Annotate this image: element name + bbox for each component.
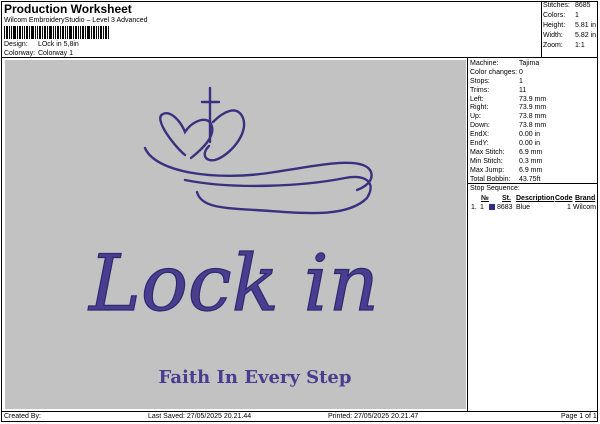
summary-stitches: Stitches: 8685 (543, 2, 591, 9)
design-label: Design: (4, 41, 28, 48)
design-main-text: Lock in (87, 239, 379, 329)
footer-printed: Printed: 27/05/2025 20.21.47 (328, 413, 419, 420)
footer-page: Page 1 of 1 (561, 413, 597, 420)
header-divider (1, 57, 598, 58)
info-max-jump: Max Jump: 6.9 mm (470, 166, 543, 174)
info-max-stitch: Max Stitch: 6.9 mm (470, 148, 543, 156)
info-up: Up: 73.8 mm (470, 113, 547, 121)
stop-sequence-title: Stop Sequence: (470, 185, 520, 192)
col-stitches: St. (502, 195, 511, 202)
design-name-row: Design: LOck in 5,8in (4, 41, 79, 48)
colorway-label: Colorway: (4, 50, 36, 57)
embroidery-artwork: Lock in Faith In Every Step (87, 86, 379, 388)
info-trims: Trims: 11 (470, 86, 527, 94)
thread-swatch (489, 204, 495, 210)
info-total-bobbin: Total Bobbin: 43.75ft (470, 175, 541, 183)
summary-zoom: Zoom: 1:1 (543, 42, 585, 49)
info-stops: Stops: 1 (470, 77, 523, 85)
col-brand: Brand (575, 195, 596, 202)
footer-created-by: Created By: (4, 413, 41, 420)
page-title: Production Worksheet (4, 2, 132, 16)
footer-last-saved: Last Saved: 27/05/2025 20.21.44 (148, 413, 252, 420)
design-preview: Lock in Faith In Every Step (5, 60, 466, 409)
info-machine: Machine: Tajima (470, 60, 540, 67)
summary-width: Width: 5.82 in (543, 32, 597, 39)
panel-divider (467, 57, 468, 411)
summary-height: Height: 5.81 in (543, 22, 597, 29)
summary-panel: Stitches: 8685 Colors: 1 Height: 5.81 in Wi… (543, 2, 598, 52)
design-tagline: Faith In Every Step (159, 367, 352, 388)
info-down: Down: 73.8 mm (470, 122, 547, 130)
machine-info-panel: Machine: Tajima Color changes: 0 Stops: 1 T… (470, 60, 598, 184)
barcode (4, 26, 109, 39)
info-color-changes: Color changes: 0 (470, 68, 523, 76)
software-subtitle: Wilcom EmbroideryStudio – Level 3 Advanc… (4, 17, 148, 24)
info-left: Left: 73.9 mm (470, 95, 547, 103)
info-right: Right: 73.9 mm (470, 104, 547, 112)
colorway-value: Colorway 1 (37, 50, 73, 57)
col-description: Description (516, 195, 555, 202)
col-number: № (481, 195, 489, 202)
summary-divider (541, 1, 542, 57)
col-code: Code (555, 195, 573, 202)
info-endx: EndX: 0.00 in (470, 131, 541, 139)
info-endy: EndY: 0.00 in (470, 140, 541, 148)
footer-divider (1, 411, 598, 412)
info-min-stitch: Min Stitch: 0.3 mm (470, 157, 543, 165)
design-value: LOck in 5,8in (37, 41, 79, 48)
summary-colors: Colors: 1 (543, 12, 579, 19)
colorway-row: Colorway: Colorway 1 (4, 50, 73, 57)
heart-cross-icon (143, 86, 373, 215)
